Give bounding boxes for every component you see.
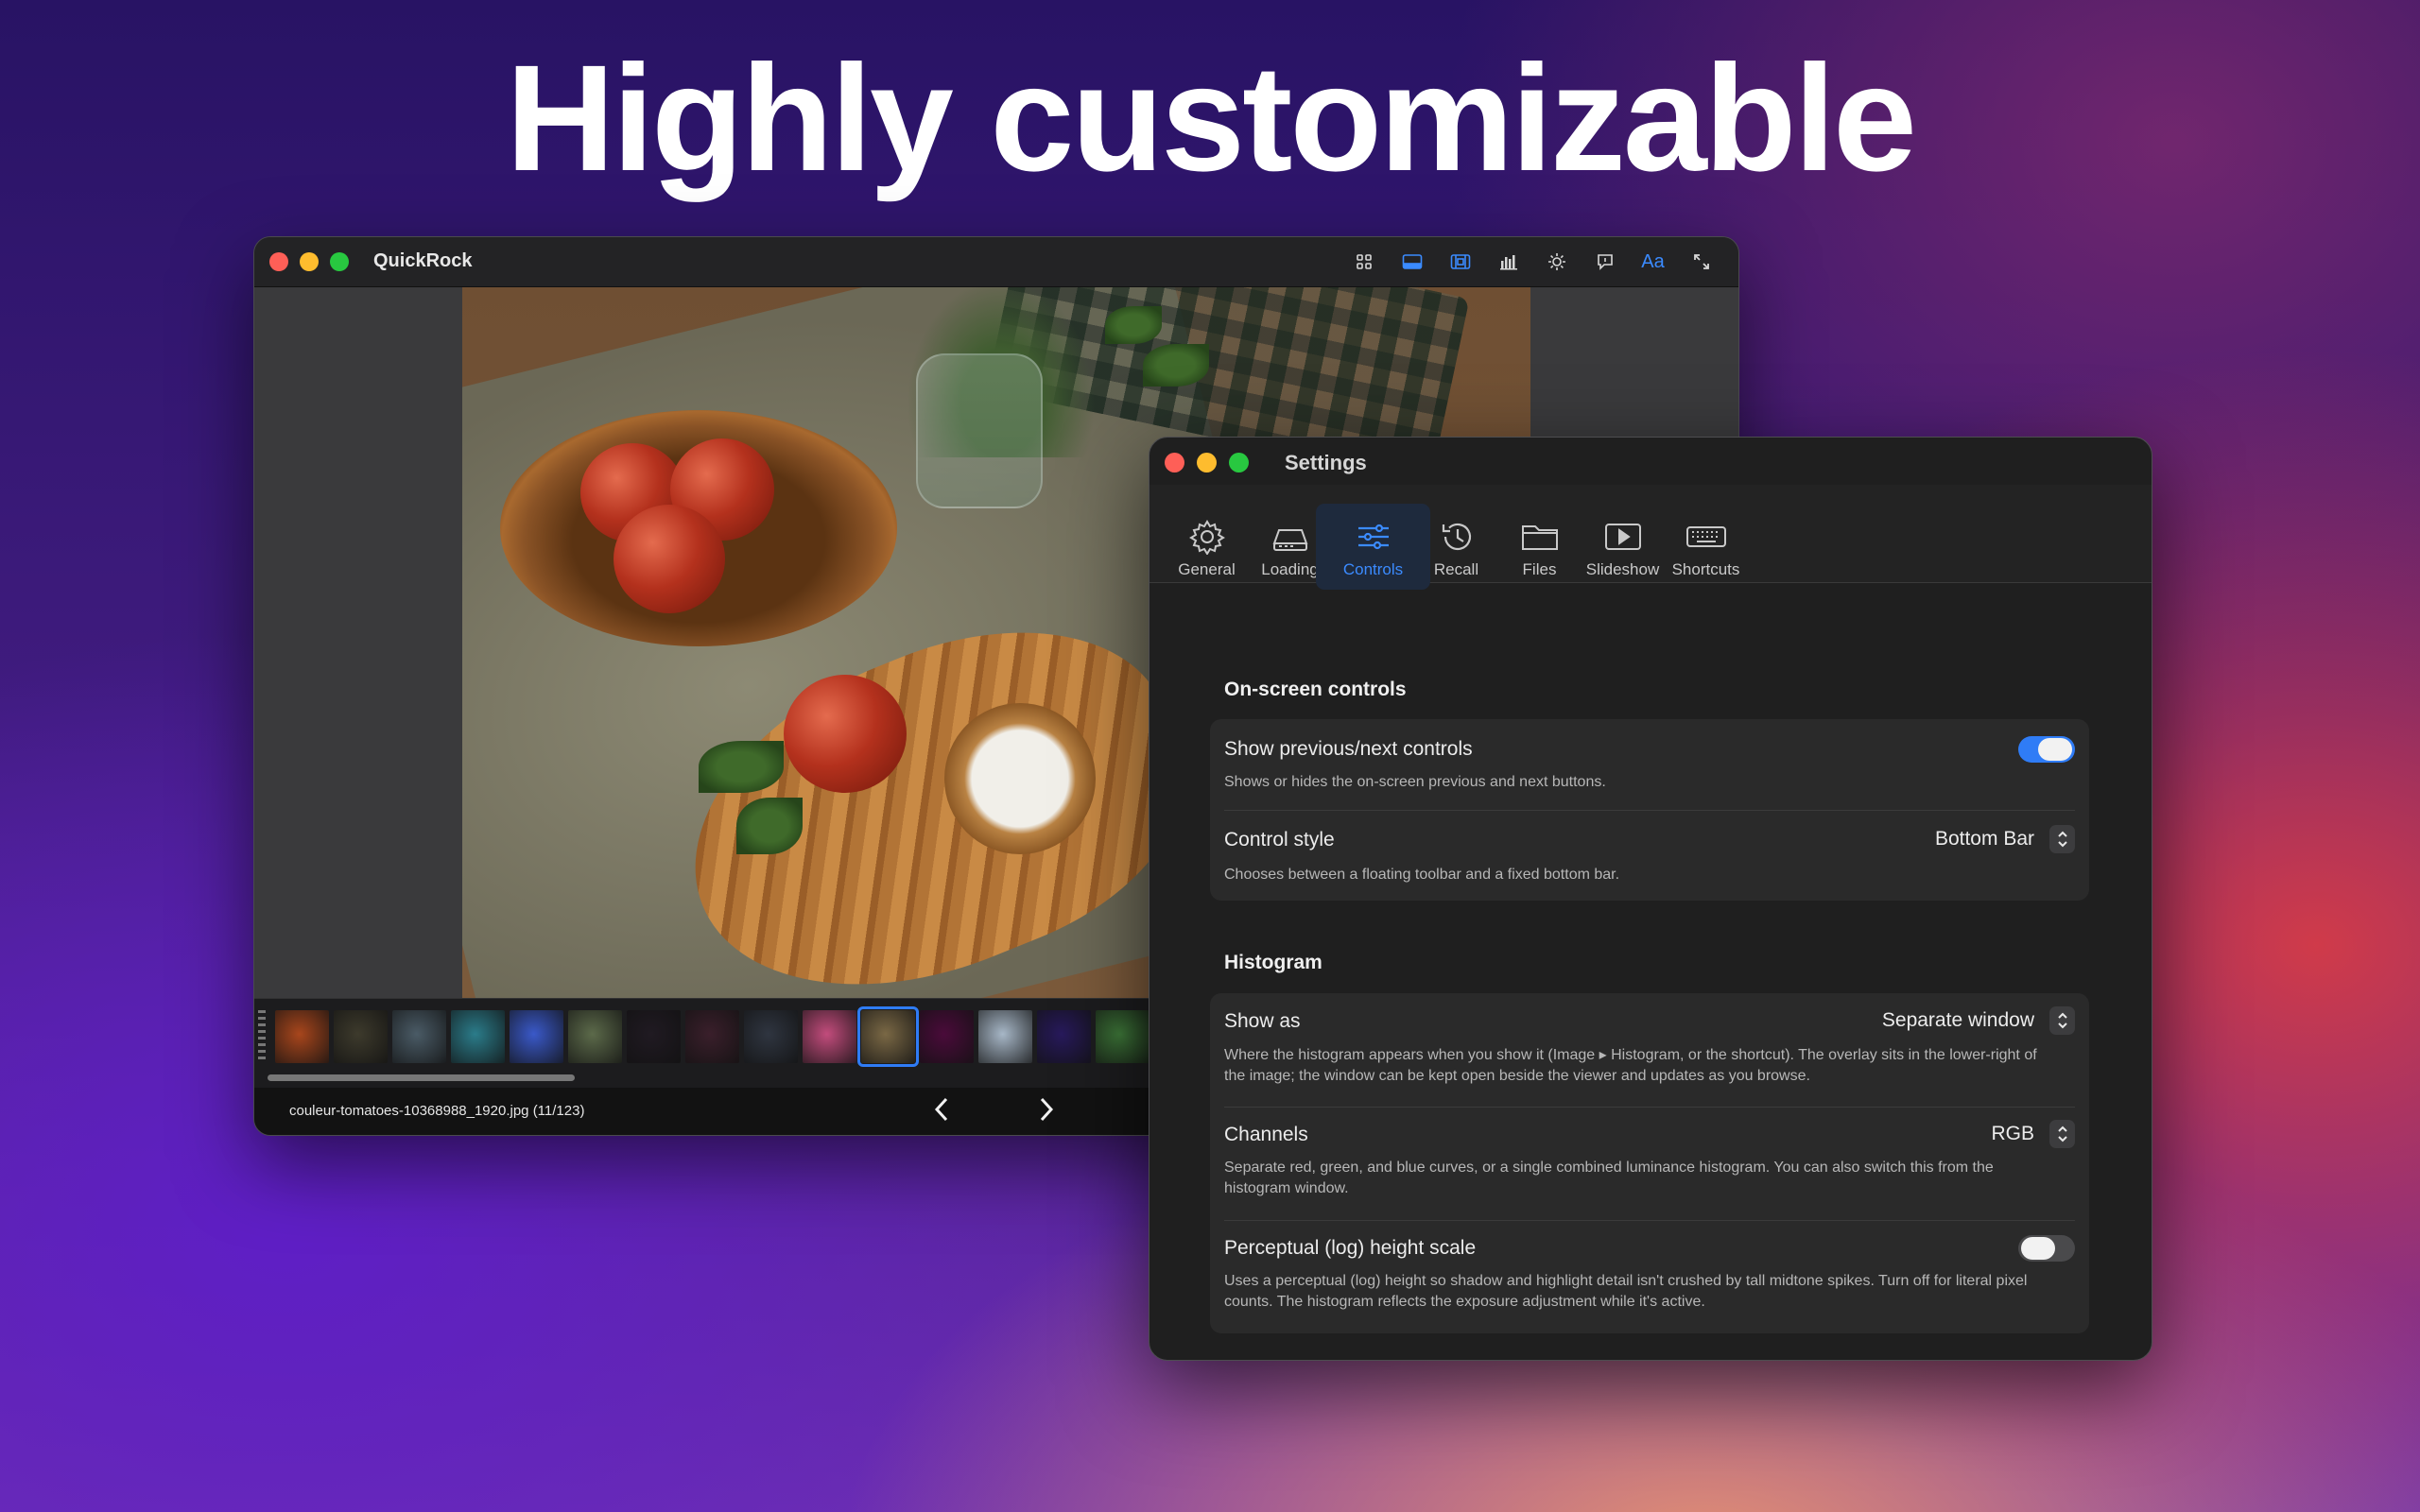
control-style-title: Control style: [1224, 829, 1335, 850]
show-as-desc: Where the histogram appears when you sho…: [1224, 1047, 2037, 1084]
fullscreen-icon[interactable]: [1679, 245, 1723, 279]
zoom-window-button[interactable]: [330, 252, 349, 271]
settings-window: Settings General Loading Controls Recall: [1149, 437, 2152, 1361]
control-style-value: Bottom Bar: [1934, 828, 2034, 850]
thumbnail-list: [275, 1006, 1150, 1067]
brightness-icon[interactable]: [1534, 245, 1579, 279]
thumbnail[interactable]: [685, 1010, 739, 1063]
thumbnail[interactable]: [568, 1010, 622, 1063]
settings-tabs: General Loading Controls Recall Files Sl…: [1150, 485, 2152, 590]
log-scale-desc: Uses a perceptual (log) height so shadow…: [1224, 1273, 2028, 1310]
filmstrip-scrollbar[interactable]: [268, 1074, 575, 1081]
histogram-icon[interactable]: [1486, 245, 1530, 279]
minimize-window-button[interactable]: [300, 252, 319, 271]
info-bubble-icon[interactable]: [1582, 245, 1627, 279]
tab-shortcuts[interactable]: Shortcuts: [1649, 504, 1763, 590]
chevron-updown-icon: [2049, 1120, 2075, 1148]
thumbnail[interactable]: [920, 1010, 974, 1063]
thumbnail[interactable]: [451, 1010, 505, 1063]
settings-title: Settings: [1285, 451, 1367, 474]
thumbnail[interactable]: [275, 1010, 329, 1063]
viewer-toolbar: Aa: [1341, 245, 1723, 279]
control-style-desc: Chooses between a floating toolbar and a…: [1224, 867, 1620, 883]
chevron-updown-icon: [2049, 1006, 2075, 1035]
onscreen-card: Show previous/next controls Shows or hid…: [1210, 719, 2089, 901]
chevron-right-icon: [1040, 1097, 1054, 1122]
thumbnail[interactable]: [1096, 1010, 1150, 1063]
grid-icon[interactable]: [1341, 245, 1386, 279]
channels-select[interactable]: RGB: [1991, 1120, 2075, 1148]
show-as-select[interactable]: Separate window: [1882, 1006, 2075, 1035]
channels-desc: Separate red, green, and blue curves, or…: [1224, 1160, 1994, 1196]
log-scale-toggle[interactable]: [2018, 1235, 2075, 1262]
chevron-left-icon: [934, 1097, 948, 1122]
log-scale-title: Perceptual (log) height scale: [1224, 1237, 1477, 1259]
chevron-updown-icon: [2049, 825, 2075, 853]
thumbnail[interactable]: [803, 1010, 856, 1063]
channels-value: RGB: [1991, 1123, 2034, 1144]
control-style-select[interactable]: Bottom Bar: [1935, 825, 2075, 853]
thumbnail[interactable]: [978, 1010, 1032, 1063]
viewer-title: QuickRock: [373, 250, 473, 271]
next-image-button[interactable]: [1037, 1095, 1056, 1129]
section-onscreen-heading: On-screen controls: [1224, 679, 1407, 700]
close-settings-button[interactable]: [1165, 453, 1184, 472]
previous-image-button[interactable]: [932, 1095, 951, 1129]
close-window-button[interactable]: [269, 252, 288, 271]
thumbnail[interactable]: [857, 1006, 919, 1067]
show-prev-next-toggle[interactable]: [2018, 736, 2075, 763]
thumbnail[interactable]: [627, 1010, 681, 1063]
filmstrip-icon[interactable]: [1438, 245, 1482, 279]
viewer-titlebar: QuickRock Aa: [254, 237, 1738, 287]
tab-label: Shortcuts: [1671, 560, 1740, 578]
text-size-icon[interactable]: Aa: [1631, 245, 1675, 279]
channels-title: Channels: [1224, 1124, 1308, 1145]
histogram-card: Show as Separate window Where the histog…: [1210, 993, 2089, 1333]
headline: Highly customizable: [506, 33, 1917, 202]
show-prev-next-title: Show previous/next controls: [1224, 738, 1473, 760]
zoom-settings-button[interactable]: [1229, 453, 1249, 472]
show-prev-next-desc: Shows or hides the on-screen previous an…: [1224, 774, 1606, 790]
filename-label: couleur-tomatoes-10368988_1920.jpg (11/1…: [289, 1103, 585, 1119]
thumbnail[interactable]: [392, 1010, 446, 1063]
thumbnail[interactable]: [1037, 1010, 1091, 1063]
section-histogram-heading: Histogram: [1224, 952, 1322, 973]
show-as-title: Show as: [1224, 1010, 1301, 1032]
minimize-settings-button[interactable]: [1197, 453, 1217, 472]
thumbnail[interactable]: [334, 1010, 388, 1063]
filmstrip-handle[interactable]: [258, 1010, 266, 1063]
keyboard-icon: [1649, 519, 1763, 557]
bottom-bar-icon[interactable]: [1390, 245, 1434, 279]
thumbnail[interactable]: [744, 1010, 798, 1063]
thumbnail[interactable]: [510, 1010, 563, 1063]
show-as-value: Separate window: [1881, 1009, 2034, 1031]
